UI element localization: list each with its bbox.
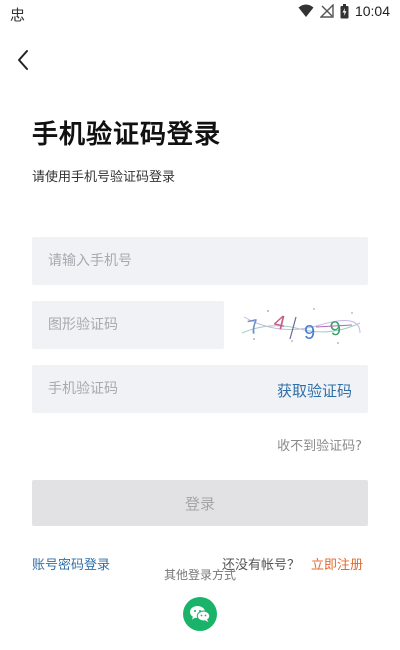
captcha-char-3: 9 [304,322,315,344]
captcha-char-2: 4 [272,311,288,335]
no-code-link[interactable]: 收不到验证码? [277,435,362,454]
status-bar: 忠 10:04 [0,0,400,26]
status-time: 10:04 [354,3,390,19]
wifi-icon [298,4,314,17]
wechat-login-button[interactable] [183,597,217,631]
battery-icon [340,3,349,18]
other-login-label: 其他登录方式 [163,568,236,582]
phone-input[interactable] [32,237,368,285]
page-subtitle: 请使用手机号验证码登录 [32,170,176,185]
page-title: 手机验证码登录 [32,120,222,150]
login-button[interactable]: 登录 [32,480,368,526]
back-button[interactable] [12,47,36,73]
captcha-image[interactable]: 7 4 9 9 [240,303,362,347]
phone-field [32,237,368,285]
image-code-field [32,301,224,349]
signal-off-icon [319,4,334,18]
app-notification-glyph: 忠 [10,6,26,24]
status-icons: 10:04 [298,3,390,19]
get-code-button[interactable]: 获取验证码 [277,380,352,401]
back-arrow-icon [18,50,28,70]
captcha-char-1: 7 [246,316,261,340]
wechat-icon [190,606,211,622]
image-code-input[interactable] [32,301,224,349]
